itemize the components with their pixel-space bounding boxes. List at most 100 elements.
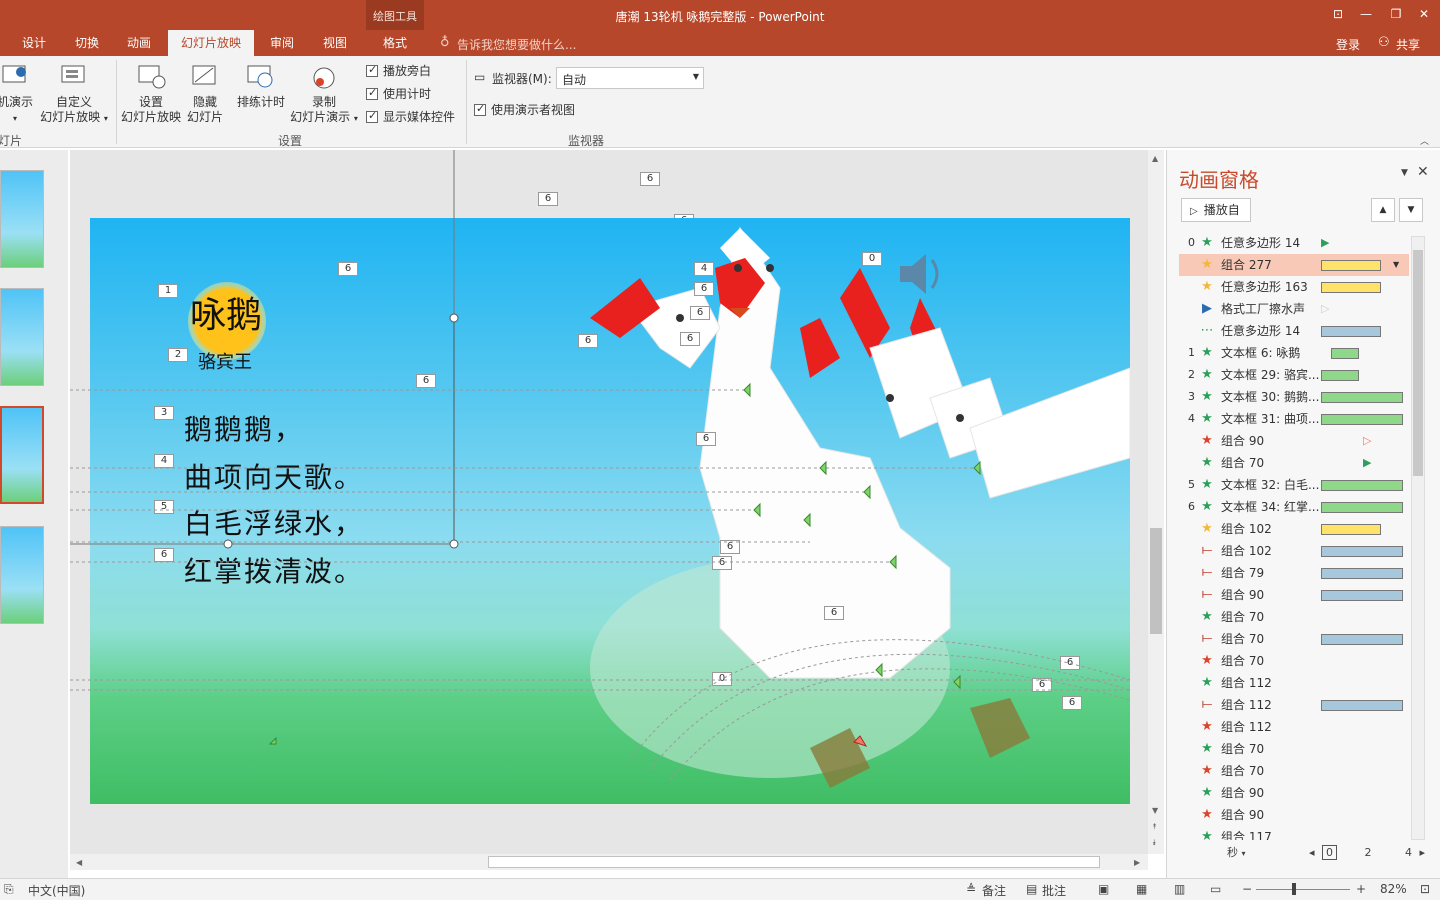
- tell-me-search[interactable]: 告诉我您想要做什么...: [457, 36, 576, 53]
- timing-marker-icon[interactable]: ▷: [1321, 298, 1329, 320]
- ribbon-display-options-button[interactable]: ⊡: [1324, 4, 1352, 24]
- animation-item[interactable]: ▶ 格式工厂擦水声 ▷: [1179, 298, 1409, 320]
- animation-item[interactable]: ⟝ 组合 112: [1179, 694, 1409, 716]
- animation-item[interactable]: ★ 组合 112: [1179, 672, 1409, 694]
- animation-item[interactable]: ⟝ 组合 70: [1179, 628, 1409, 650]
- zoom-in-icon[interactable]: +: [1356, 882, 1366, 896]
- tab-review[interactable]: 审阅: [262, 30, 302, 56]
- timing-marker-icon[interactable]: ▶: [1363, 452, 1371, 474]
- animation-item[interactable]: ★ 任意多边形 163: [1179, 276, 1409, 298]
- timing-bar[interactable]: [1321, 282, 1381, 293]
- tab-animations[interactable]: 动画: [118, 30, 160, 56]
- comments-button[interactable]: 批注: [1042, 882, 1066, 899]
- hide-slide-button[interactable]: 隐藏 幻灯片: [184, 62, 226, 125]
- animation-item[interactable]: ★ 组合 117: [1179, 826, 1409, 840]
- animation-item[interactable]: ★ 组合 70: [1179, 760, 1409, 782]
- animation-item[interactable]: 6 ★ 文本框 34: 红掌...: [1179, 496, 1409, 518]
- timing-marker-icon[interactable]: ▶: [1321, 232, 1329, 254]
- vertical-scrollbar[interactable]: [1148, 150, 1164, 854]
- language-indicator[interactable]: 中文(中国): [28, 882, 85, 899]
- animation-list-scrollbar-thumb[interactable]: [1413, 250, 1423, 476]
- slide-show-view-icon[interactable]: ▭: [1210, 882, 1221, 896]
- item-dropdown-icon[interactable]: ▼: [1393, 254, 1399, 276]
- timing-bar[interactable]: [1321, 568, 1403, 579]
- timing-bar[interactable]: [1321, 326, 1381, 337]
- presenter-view-checkbox[interactable]: 使用演示者视图: [474, 101, 575, 118]
- zoom-out-icon[interactable]: −: [1242, 882, 1252, 896]
- reading-view-icon[interactable]: ▥: [1174, 882, 1185, 896]
- fit-to-window-icon[interactable]: ⊡: [1420, 882, 1430, 896]
- zoom-slider[interactable]: [1256, 889, 1350, 890]
- move-later-button[interactable]: ▼: [1399, 198, 1423, 222]
- timeline-unit[interactable]: 秒: [1227, 846, 1238, 859]
- share-button[interactable]: 共享: [1396, 36, 1420, 53]
- spellcheck-icon[interactable]: ⎘: [4, 882, 14, 897]
- slide-sorter-icon[interactable]: ▦: [1136, 882, 1147, 896]
- normal-view-icon[interactable]: ▣: [1098, 882, 1109, 896]
- scroll-up-icon[interactable]: ▲: [1152, 154, 1158, 163]
- monitor-select[interactable]: 自动 ▼: [556, 67, 704, 89]
- animation-item[interactable]: ⟝ 组合 90: [1179, 584, 1409, 606]
- timing-bar[interactable]: [1321, 502, 1403, 513]
- vertical-scrollbar-thumb[interactable]: [1150, 528, 1162, 634]
- animation-item[interactable]: ⋯ 任意多边形 14: [1179, 320, 1409, 342]
- login-link[interactable]: 登录: [1336, 36, 1360, 53]
- animation-item[interactable]: 4 ★ 文本框 31: 曲项...: [1179, 408, 1409, 430]
- animation-item[interactable]: ★ 组合 70 ▶: [1179, 452, 1409, 474]
- slide-thumbnail[interactable]: [0, 170, 44, 268]
- timing-bar[interactable]: [1321, 546, 1403, 557]
- restore-button[interactable]: ❐: [1382, 4, 1410, 24]
- minimize-button[interactable]: —: [1352, 4, 1380, 24]
- timeline-left-icon[interactable]: ◂: [1309, 846, 1315, 859]
- notes-button[interactable]: 备注: [982, 882, 1006, 899]
- animation-item[interactable]: 1 ★ 文本框 6: 咏鹅: [1179, 342, 1409, 364]
- animation-item[interactable]: ★ 组合 112: [1179, 716, 1409, 738]
- timing-bar[interactable]: [1321, 524, 1381, 535]
- scroll-down-icon[interactable]: ▼: [1152, 806, 1158, 815]
- animation-item[interactable]: 0 ★ 任意多边形 14 ▶: [1179, 232, 1409, 254]
- timing-bar[interactable]: [1321, 700, 1403, 711]
- animation-item[interactable]: ⟝ 组合 102: [1179, 540, 1409, 562]
- timing-bar[interactable]: [1321, 260, 1381, 271]
- horizontal-scrollbar-thumb[interactable]: [488, 856, 1100, 868]
- animation-item[interactable]: ★ 组合 90 ▷: [1179, 430, 1409, 452]
- animation-item[interactable]: 5 ★ 文本框 32: 白毛...: [1179, 474, 1409, 496]
- timing-bar[interactable]: [1331, 348, 1359, 359]
- tab-transitions[interactable]: 切换: [66, 30, 108, 56]
- animation-item[interactable]: ★ 组合 70: [1179, 738, 1409, 760]
- custom-slide-show-button[interactable]: 自定义 幻灯片放映 ▾: [38, 62, 110, 126]
- timing-bar[interactable]: [1321, 590, 1403, 601]
- animation-item[interactable]: ⟝ 组合 79: [1179, 562, 1409, 584]
- scroll-left-icon[interactable]: ◀: [76, 858, 82, 867]
- animation-item[interactable]: ★ 组合 70: [1179, 606, 1409, 628]
- next-slide-icon[interactable]: ⯯: [1152, 838, 1157, 848]
- animation-item[interactable]: ★ 组合 277 ▼: [1179, 254, 1409, 276]
- rehearse-timings-button[interactable]: 排练计时: [234, 62, 288, 110]
- setup-slide-show-button[interactable]: 设置 幻灯片放映: [120, 62, 182, 125]
- show-media-controls-checkbox[interactable]: 显示媒体控件: [366, 108, 455, 125]
- zoom-level[interactable]: 82%: [1380, 882, 1407, 896]
- collapse-ribbon-icon[interactable]: ︿: [1420, 134, 1429, 147]
- prev-slide-icon[interactable]: ⯭: [1152, 822, 1157, 832]
- animation-item[interactable]: ★ 组合 90: [1179, 782, 1409, 804]
- online-present-button[interactable]: 机演示 ▾: [0, 62, 36, 126]
- play-narrations-checkbox[interactable]: 播放旁白: [366, 62, 431, 79]
- slide-thumbnail[interactable]: [0, 526, 44, 624]
- timeline-right-icon[interactable]: ▸: [1420, 846, 1426, 859]
- animation-item[interactable]: ★ 组合 70: [1179, 650, 1409, 672]
- slide-thumbnail[interactable]: [0, 288, 44, 386]
- slide-thumbnail-selected[interactable]: [0, 406, 44, 504]
- scroll-right-icon[interactable]: ▶: [1134, 858, 1140, 867]
- timing-bar[interactable]: [1321, 634, 1403, 645]
- timing-marker-icon[interactable]: ▷: [1363, 430, 1371, 452]
- close-pane-icon[interactable]: ✕: [1417, 164, 1429, 180]
- tab-view[interactable]: 视图: [314, 30, 356, 56]
- record-slide-show-button[interactable]: 录制 幻灯片演示 ▾: [288, 62, 360, 126]
- pane-options-icon[interactable]: ▼: [1401, 168, 1408, 178]
- animation-item[interactable]: ★ 组合 102: [1179, 518, 1409, 540]
- timing-bar[interactable]: [1321, 480, 1403, 491]
- play-from-button[interactable]: ▷ 播放自: [1181, 198, 1251, 222]
- use-timings-checkbox[interactable]: 使用计时: [366, 85, 431, 102]
- timing-bar[interactable]: [1321, 392, 1403, 403]
- tab-design[interactable]: 设计: [14, 30, 54, 56]
